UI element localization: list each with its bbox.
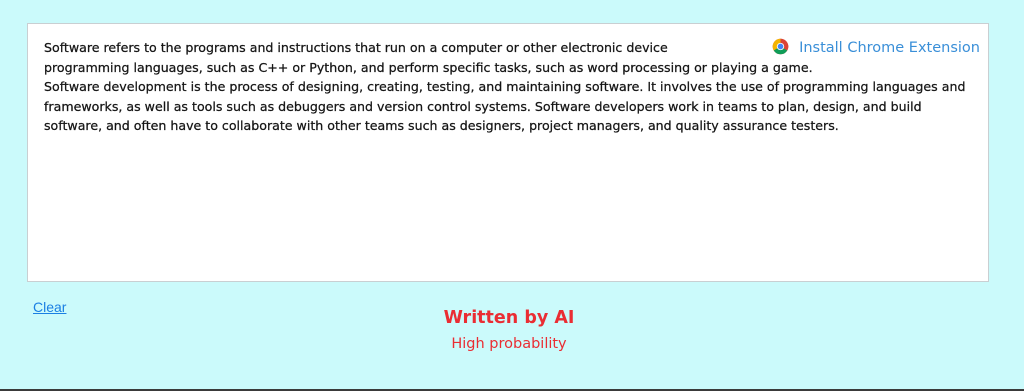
chrome-icon bbox=[772, 38, 789, 59]
install-extension-button[interactable]: Install Chrome Extension bbox=[766, 38, 980, 58]
install-extension-label: Install Chrome Extension bbox=[799, 40, 980, 56]
text-input-area[interactable]: Software refers to the programs and inst… bbox=[27, 23, 989, 282]
text-paragraph-2: Software development is the process of d… bbox=[44, 79, 966, 133]
text-line-2: programming languages, such as C++ or Py… bbox=[44, 59, 813, 75]
result-probability: High probability bbox=[451, 336, 567, 352]
result-verdict: Written by AI bbox=[443, 308, 575, 328]
